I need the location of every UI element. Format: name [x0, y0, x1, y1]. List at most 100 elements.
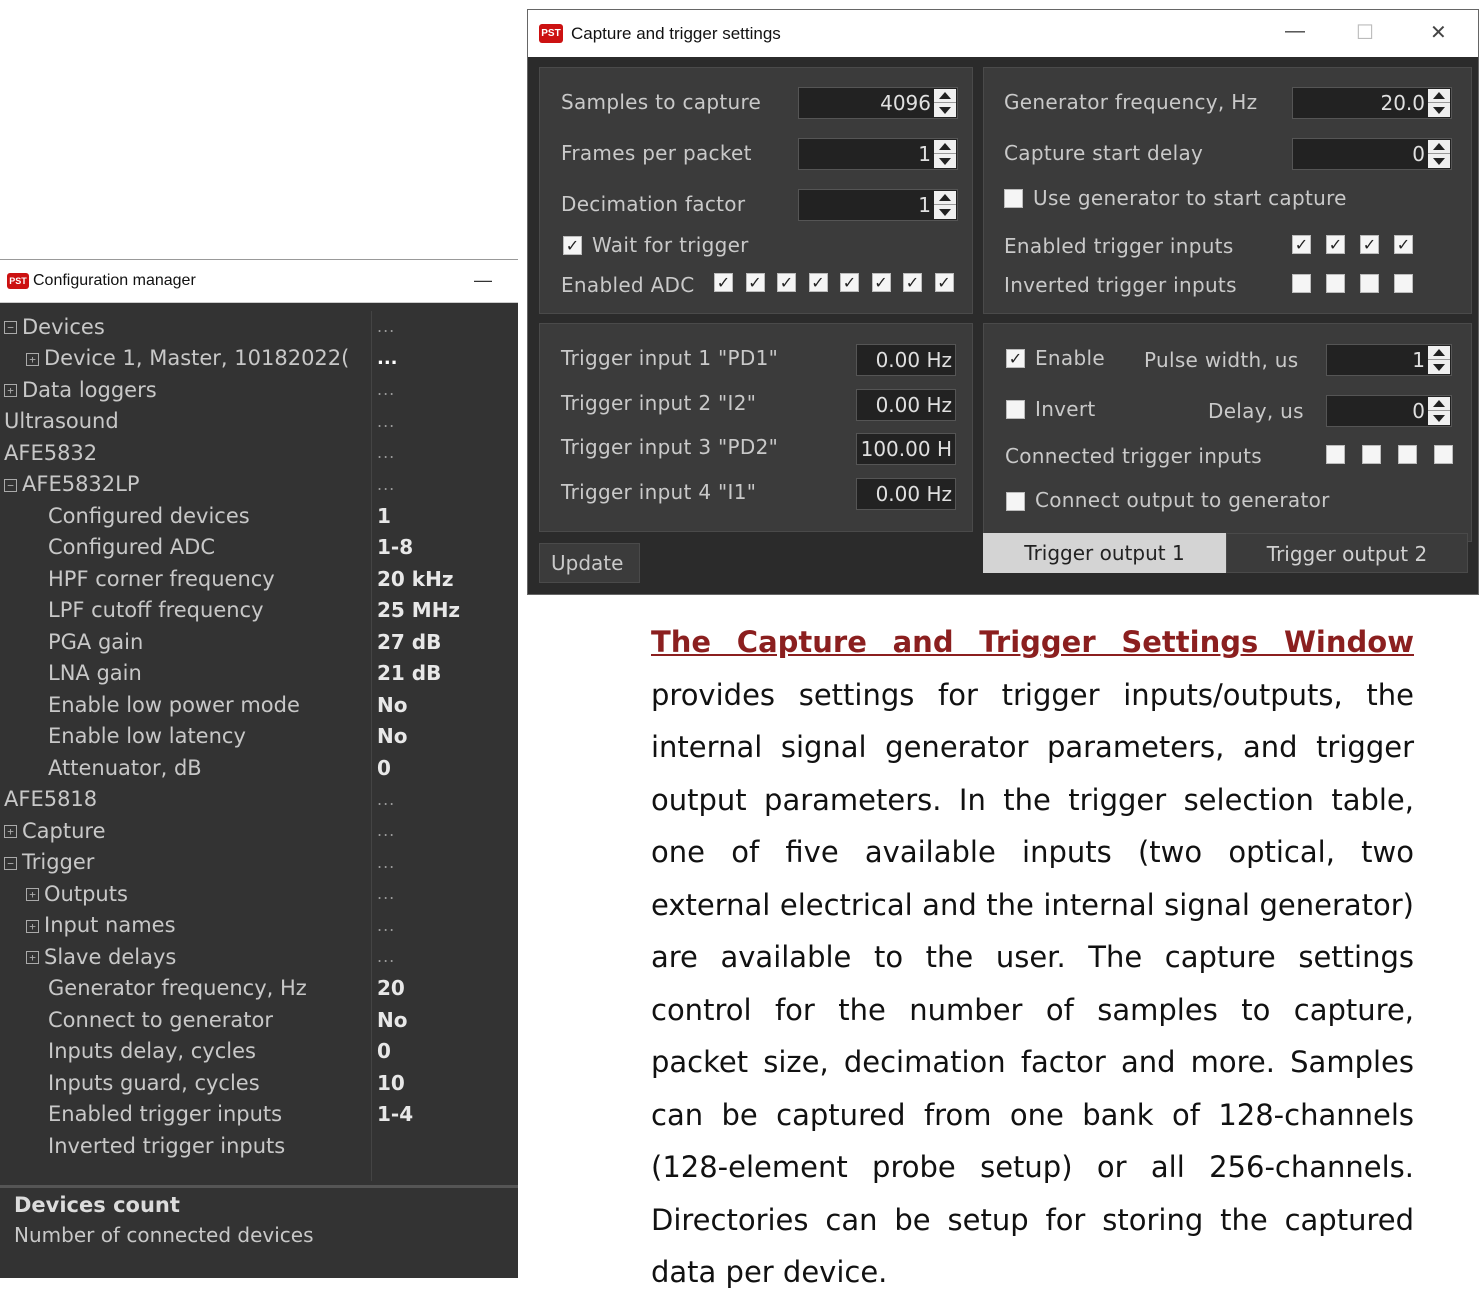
adc-checkbox[interactable]: ✓ [871, 273, 891, 292]
tree-row-label: Enabled trigger inputs [48, 1102, 283, 1127]
tree-row[interactable]: Enable low power mode No [4, 689, 518, 721]
tree-row-value: 25 MHz [377, 598, 461, 623]
spin-arrows-icon[interactable] [934, 89, 956, 117]
tree-row[interactable]: + Data loggers... [4, 374, 518, 406]
tree-row-label: AFE5832 [4, 440, 98, 465]
inverted-trigger-checkbox[interactable] [1326, 274, 1345, 293]
tree-row[interactable]: Connect to generator No [4, 1004, 518, 1036]
collapse-icon[interactable]: − [4, 321, 17, 335]
spin-arrows-icon[interactable] [934, 191, 956, 219]
tree-row[interactable]: − Trigger... [4, 847, 518, 879]
tree-row[interactable]: AFE5818... [4, 784, 518, 816]
tree-row[interactable]: − Devices... [4, 311, 518, 343]
tree-row[interactable]: LNA gain 21 dB [4, 658, 518, 690]
adc-checkbox[interactable]: ✓ [903, 273, 922, 292]
enable-output-checkbox[interactable]: ✓ [1006, 349, 1025, 368]
splitter[interactable] [0, 1185, 518, 1188]
inverted-trigger-label: Inverted trigger inputs [1004, 273, 1237, 297]
adc-checkbox[interactable]: ✓ [808, 273, 828, 292]
collapse-icon[interactable]: − [4, 856, 17, 870]
inverted-trigger-checkbox[interactable] [1360, 274, 1379, 293]
inverted-trigger-checkbox[interactable] [1394, 274, 1413, 293]
tree-row[interactable]: + Input names... [4, 910, 518, 942]
enable-output-label: Enable [1035, 346, 1105, 370]
tree-row-value: ... [377, 317, 396, 337]
spin-arrows-icon[interactable] [1428, 140, 1450, 168]
tree-row-name: + Data loggers [4, 378, 370, 402]
spin-arrows-icon[interactable] [1428, 346, 1450, 374]
spin-arrows-icon[interactable] [934, 140, 956, 168]
tree-row[interactable]: LPF cutoff frequency 25 MHz [4, 595, 518, 627]
tab-trigger-output-1[interactable]: Trigger output 1 [983, 533, 1226, 573]
expand-icon[interactable]: + [4, 825, 17, 839]
tree-row[interactable]: + Outputs... [4, 878, 518, 910]
samples-label: Samples to capture [561, 90, 762, 114]
samples-spinbox[interactable]: 4096 [798, 87, 958, 119]
expand-icon[interactable]: + [26, 888, 39, 902]
inverted-trigger-checkbox[interactable] [1292, 274, 1311, 293]
frames-spinbox[interactable]: 1 [798, 138, 958, 170]
tree-row[interactable]: Configured devices 1 [4, 500, 518, 532]
decimation-spinbox[interactable]: 1 [798, 189, 958, 221]
tree-row-name: Enable low latency [4, 724, 414, 748]
tree-row[interactable]: Inputs guard, cycles 10 [4, 1067, 518, 1099]
expand-icon[interactable]: + [26, 951, 39, 965]
start-delay-spinbox[interactable]: 0 [1292, 138, 1452, 170]
enabled-trigger-checkbox[interactable]: ✓ [1394, 235, 1413, 254]
spin-arrows-icon[interactable] [1428, 89, 1450, 117]
tree-row[interactable]: + Slave delays... [4, 941, 518, 973]
tree-row-label: Inputs delay, cycles [48, 1039, 256, 1064]
wait-trigger-checkbox[interactable]: ✓ [563, 236, 582, 255]
minimize-button[interactable]: — [1285, 20, 1305, 43]
collapse-icon[interactable]: − [4, 478, 17, 492]
minimize-button[interactable]: — [474, 270, 492, 291]
pulse-width-spinbox[interactable]: 1 [1326, 344, 1452, 376]
start-delay-label: Capture start delay [1004, 141, 1204, 165]
delay-spinbox[interactable]: 0 [1326, 395, 1452, 427]
connect-generator-checkbox[interactable] [1006, 492, 1025, 511]
tree-row[interactable]: Generator frequency, Hz 20 [4, 973, 518, 1005]
tree-row[interactable]: + Device 1, Master, 10182022(... [4, 343, 518, 375]
tree-row[interactable]: − AFE5832LP... [4, 469, 518, 501]
tree-row-label: HPF corner frequency [48, 566, 275, 591]
tree-row[interactable]: Enabled trigger inputs 1-4 [4, 1099, 518, 1131]
connected-trigger-checkbox[interactable] [1362, 445, 1381, 464]
expand-icon[interactable]: + [26, 919, 39, 933]
tree-row-name: AFE5818 [4, 787, 370, 811]
tree-row[interactable]: Attenuator, dB 0 [4, 752, 518, 784]
use-generator-checkbox[interactable] [1004, 189, 1023, 208]
adc-checkbox[interactable]: ✓ [745, 273, 765, 292]
enabled-trigger-checkbox[interactable]: ✓ [1326, 235, 1345, 254]
enabled-trigger-checkbox[interactable]: ✓ [1360, 235, 1379, 254]
expand-icon[interactable]: + [26, 352, 39, 366]
expand-icon[interactable]: + [4, 384, 17, 398]
maximize-button[interactable]: ☐ [1356, 20, 1374, 45]
pulse-width-label: Pulse width, us [1144, 348, 1299, 372]
capture-panel: Samples to capture 4096 Frames per packe… [539, 67, 973, 314]
adc-checkbox[interactable]: ✓ [777, 273, 796, 292]
adc-checkbox[interactable]: ✓ [934, 273, 954, 292]
tree-row[interactable]: Inverted trigger inputs [4, 1130, 518, 1162]
update-button[interactable]: Update [539, 543, 640, 583]
connected-trigger-checkbox[interactable] [1434, 445, 1453, 464]
enabled-trigger-checkbox[interactable]: ✓ [1292, 235, 1311, 254]
connected-trigger-checkbox[interactable] [1398, 445, 1417, 464]
tree-row[interactable]: HPF corner frequency 20 kHz [4, 563, 518, 595]
gen-freq-spinbox[interactable]: 20.0 [1292, 87, 1452, 119]
tree-row[interactable]: Configured ADC 1-8 [4, 532, 518, 564]
invert-output-checkbox[interactable] [1006, 400, 1025, 419]
tree-row-label: Device 1, Master, 10182022( [44, 346, 350, 371]
connected-trigger-checkbox[interactable] [1326, 445, 1345, 464]
tree-row[interactable]: + Capture... [4, 815, 518, 847]
tree-row[interactable]: PGA gain 27 dB [4, 626, 518, 658]
tree-row[interactable]: Enable low latency No [4, 721, 518, 753]
close-button[interactable]: ✕ [1430, 20, 1447, 45]
tab-trigger-output-2[interactable]: Trigger output 2 [1226, 533, 1468, 573]
adc-checkbox[interactable]: ✓ [714, 273, 733, 292]
tree-row[interactable]: AFE5832... [4, 437, 518, 469]
adc-checkbox[interactable]: ✓ [840, 273, 859, 292]
tree-row-name: Inputs guard, cycles [4, 1071, 414, 1095]
tree-row[interactable]: Ultrasound... [4, 406, 518, 438]
tree-row[interactable]: Inputs delay, cycles 0 [4, 1036, 518, 1068]
spin-arrows-icon[interactable] [1428, 397, 1450, 425]
